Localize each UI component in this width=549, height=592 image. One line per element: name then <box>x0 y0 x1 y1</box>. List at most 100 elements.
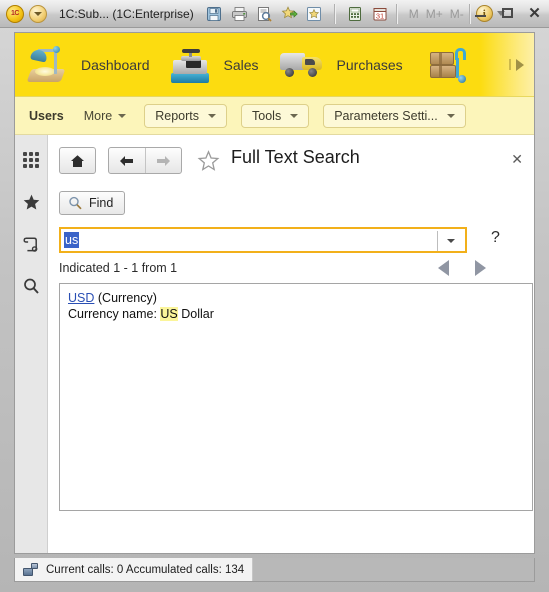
result-detail-highlight: US <box>160 307 178 321</box>
star-icon <box>23 194 39 209</box>
memory-mplus-button[interactable]: M+ <box>426 7 443 21</box>
chevron-down-icon <box>118 113 127 118</box>
nav-section-purchases[interactable]: Purchases <box>265 33 409 96</box>
magnifier-icon <box>69 196 82 210</box>
calendar-icon[interactable]: 31 <box>370 4 391 24</box>
result-item-detail: Currency name: US Dollar <box>68 306 524 322</box>
home-button[interactable] <box>59 147 96 174</box>
result-detail-suffix: Dollar <box>177 307 214 321</box>
reports-button-label: Reports <box>155 108 200 123</box>
client-area: Dashboard Sales Purchases Users More Rep… <box>14 32 535 554</box>
help-button[interactable]: ? <box>491 229 500 247</box>
nav-label-sales: Sales <box>223 56 259 73</box>
desk-lamp-icon <box>26 45 69 84</box>
grid-apps-icon <box>23 152 39 168</box>
delivery-van-icon <box>279 47 325 83</box>
arrow-left-icon <box>119 155 133 166</box>
star-outline-icon <box>197 150 219 171</box>
nav-section-warehouse[interactable] <box>409 33 479 96</box>
chevron-down-icon <box>446 113 455 118</box>
parameters-settings-button[interactable]: Parameters Setti... <box>323 103 466 128</box>
status-bar: Current calls: 0 Accumulated calls: 134 <box>14 558 535 582</box>
results-panel[interactable]: USD (Currency) Currency name: US Dollar <box>59 283 533 511</box>
chevron-down-circle-icon[interactable] <box>29 4 47 23</box>
triangle-left-icon[interactable] <box>438 260 449 276</box>
print-icon[interactable] <box>229 4 250 24</box>
add-to-favorites-button[interactable] <box>196 149 220 173</box>
triangle-right-icon[interactable] <box>475 260 486 276</box>
back-button[interactable] <box>109 148 145 173</box>
1c-logo-icon[interactable] <box>6 4 24 23</box>
more-sections-arrow-icon[interactable] <box>509 58 524 71</box>
command-toolbar: Users More Reports Tools Parameters Sett… <box>15 96 534 135</box>
left-sidebar <box>15 135 48 553</box>
boxes-handcart-icon <box>429 46 473 84</box>
title-bar: 1C:Sub... (1C:Enterprise) 31 <box>0 0 549 28</box>
toolbar-more-label: More <box>83 108 113 123</box>
sidebar-item-favorites[interactable] <box>20 191 42 213</box>
nav-label-dashboard: Dashboard <box>81 56 150 73</box>
section-navigation-bar: Dashboard Sales Purchases <box>15 33 534 96</box>
search-input[interactable]: us <box>59 227 467 253</box>
home-icon <box>71 154 84 167</box>
result-type: (Currency) <box>94 291 157 305</box>
toolbar-link-users[interactable]: Users <box>29 109 64 123</box>
chevron-down-icon <box>208 113 217 118</box>
scroll-history-icon <box>22 237 37 252</box>
forward-button[interactable] <box>146 148 182 173</box>
results-pager <box>438 257 533 279</box>
status-calls-section: Current calls: 0 Accumulated calls: 134 <box>15 558 254 581</box>
page-content: Full Text Search ✕ Find us ? Indicated 1… <box>48 135 534 553</box>
save-icon[interactable] <box>204 4 225 24</box>
print-preview-icon[interactable] <box>254 4 275 24</box>
navigation-buttons <box>108 147 182 174</box>
tools-button-label: Tools <box>252 108 282 123</box>
memory-buttons: M M+ M- <box>409 7 464 21</box>
close-button[interactable]: ✕ <box>526 4 543 22</box>
result-link[interactable]: USD <box>68 291 94 305</box>
status-calls-text: Current calls: 0 Accumulated calls: 134 <box>46 563 245 576</box>
chevron-down-icon <box>446 239 455 243</box>
minimize-button[interactable] <box>472 4 489 21</box>
tools-button[interactable]: Tools <box>241 103 310 128</box>
memory-m-button[interactable]: M <box>409 7 419 21</box>
arrow-right-icon <box>157 155 171 166</box>
nav-section-sales[interactable]: Sales <box>156 33 265 96</box>
page-title: Full Text Search <box>231 147 360 167</box>
result-item[interactable]: USD (Currency) Currency name: US Dollar <box>68 290 524 322</box>
search-row: us ? <box>59 227 533 253</box>
application-window: 1C:Sub... (1C:Enterprise) 31 <box>0 0 549 592</box>
close-page-button[interactable]: ✕ <box>511 151 523 168</box>
cash-register-icon <box>170 46 212 84</box>
page-header: Full Text Search ✕ <box>48 135 534 187</box>
maximize-button[interactable] <box>499 4 516 21</box>
toolbar-link-more[interactable]: More <box>83 108 127 123</box>
add-favorite-icon[interactable] <box>279 4 300 24</box>
network-computers-icon <box>23 563 38 576</box>
parameters-settings-button-label: Parameters Setti... <box>334 108 438 123</box>
calculator-icon[interactable] <box>345 4 366 24</box>
result-item-title: USD (Currency) <box>68 290 524 306</box>
nav-section-dashboard[interactable]: Dashboard <box>15 33 156 96</box>
chevron-down-icon <box>290 113 299 118</box>
window-controls: ✕ <box>472 4 543 22</box>
search-dropdown-button[interactable] <box>437 231 463 251</box>
favorites-icon[interactable] <box>304 4 325 24</box>
nav-label-purchases: Purchases <box>336 56 403 73</box>
search-magnifier-icon <box>23 278 39 294</box>
titlebar-toolbar: 31 <box>204 3 391 24</box>
svg-text:31: 31 <box>376 11 384 20</box>
memory-mminus-button[interactable]: M- <box>450 7 464 21</box>
reports-button[interactable]: Reports <box>144 103 228 128</box>
search-input-value: us <box>64 232 80 248</box>
results-status-text: Indicated 1 - 1 from 1 <box>59 261 178 275</box>
result-detail-prefix: Currency name: <box>68 307 161 321</box>
find-button-label: Find <box>89 196 114 210</box>
status-bar-empty-area <box>253 558 534 581</box>
sidebar-item-history[interactable] <box>20 233 42 255</box>
find-button[interactable]: Find <box>59 191 126 215</box>
main-body: Full Text Search ✕ Find us ? Indicated 1… <box>15 135 534 553</box>
window-title: 1C:Sub... (1C:Enterprise) <box>59 6 194 21</box>
sidebar-item-sections[interactable] <box>20 149 42 171</box>
sidebar-item-search[interactable] <box>20 275 42 297</box>
